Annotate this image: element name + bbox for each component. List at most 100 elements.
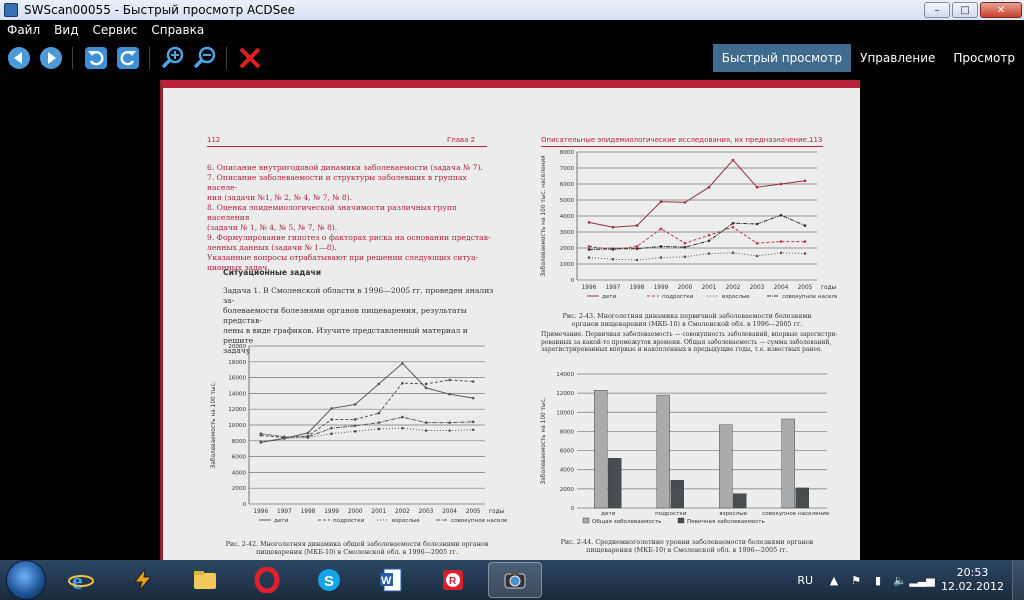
y-tick-label: 8000 [232, 439, 247, 445]
power-icon[interactable]: ▮ [871, 573, 885, 587]
y-tick-label: 4000 [560, 214, 575, 220]
data-point [259, 432, 263, 435]
taskbar-word[interactable]: W [364, 562, 418, 598]
bar [719, 424, 733, 509]
y-tick-label: 2000 [560, 487, 575, 493]
caption-line: Рис. 2-44. Среднемноголетние уровни забо… [560, 538, 814, 546]
taskbar-explorer[interactable] [178, 562, 232, 598]
action-center-icon[interactable]: ⚑ [849, 573, 863, 587]
data-point [731, 221, 735, 225]
taskbar-skype[interactable]: S [302, 562, 356, 598]
zoom-out-button[interactable] [192, 45, 218, 71]
window-title: SWScan00055 - Быстрый просмотр ACDSee [24, 3, 296, 17]
menu-file[interactable]: Файл [0, 23, 47, 37]
list-item: ленных данных (задачи № 1—8). [207, 243, 337, 252]
close-button[interactable]: ✕ [980, 2, 1022, 18]
rotate-right-button[interactable] [115, 45, 141, 71]
data-point [283, 435, 286, 439]
series-line [260, 416, 474, 438]
figure-caption: Рис. 2-44. Среднемноголетние уровни забо… [537, 538, 837, 554]
legend-label: дети [602, 294, 617, 300]
title-bar[interactable]: SWScan00055 - Быстрый просмотр ACDSee – … [0, 0, 1024, 20]
y-tick-label: 4000 [232, 470, 247, 476]
legend-swatch [677, 517, 685, 524]
legend-label: дети [274, 518, 289, 524]
taskbar-acdsee[interactable] [488, 562, 542, 598]
rotate-right-icon [117, 47, 139, 69]
caption-line: пищеварения (МКБ-10) в Смоленской обл. в… [256, 548, 458, 556]
maximize-button[interactable]: □ [952, 2, 978, 18]
next-button[interactable] [38, 45, 64, 71]
data-point [707, 239, 711, 243]
data-point [330, 426, 333, 430]
show-desktop-button[interactable] [1012, 560, 1024, 600]
clock[interactable]: 20:53 12.02.2012 [941, 566, 1004, 594]
taskbar-foxit[interactable]: R [426, 562, 480, 598]
y-tick-label: 12000 [228, 407, 246, 413]
taskbar-opera[interactable] [240, 562, 294, 598]
data-point [683, 241, 687, 245]
previous-button[interactable] [6, 45, 32, 71]
acdsee-window: SWScan00055 - Быстрый просмотр ACDSee – … [0, 0, 1024, 560]
data-point [587, 256, 591, 259]
data-point [779, 182, 783, 186]
category-label: взрослые [719, 511, 747, 517]
taskbar-winamp[interactable] [116, 562, 170, 598]
list-item: 7. Описание заболеваемости и структуры з… [207, 173, 467, 192]
data-point [659, 245, 663, 248]
zoom-in-button[interactable] [160, 45, 186, 71]
data-point [471, 420, 475, 424]
data-point [659, 256, 663, 259]
y-tick-label: 18000 [228, 360, 246, 366]
menu-view[interactable]: Вид [47, 23, 85, 37]
header-rule [207, 146, 487, 147]
mode-view[interactable]: Просмотр [944, 44, 1024, 72]
language-indicator[interactable]: RU [797, 574, 813, 587]
show-hidden-icons-icon[interactable]: ▲ [827, 573, 841, 587]
opera-icon [254, 567, 280, 593]
data-point [659, 227, 663, 231]
delete-icon [239, 47, 261, 69]
volume-icon[interactable]: 🔈 [893, 573, 907, 587]
mode-quick-view[interactable]: Быстрый просмотр [712, 44, 852, 72]
x-tick-label: 2002 [726, 285, 741, 291]
data-point [330, 407, 333, 410]
data-point [779, 213, 783, 217]
data-point [611, 247, 615, 251]
svg-text:R: R [449, 576, 457, 587]
clock-date: 12.02.2012 [941, 580, 1004, 593]
x-tick-label: 2005 [798, 285, 813, 291]
left-page: 112 Глава 2 6. Описание внутригодовой ди… [163, 88, 508, 560]
minimize-button[interactable]: – [924, 2, 950, 18]
y-tick-label: 2000 [232, 486, 247, 492]
menu-help[interactable]: Справка [144, 23, 211, 37]
y-tick-label: 4000 [560, 468, 575, 474]
x-tick-label: 1996 [582, 285, 597, 291]
data-point [659, 200, 663, 203]
text-line: Задача 1. В Смоленской области в 1996—20… [223, 286, 494, 305]
category-label: подростки [655, 511, 687, 517]
caption-line: Рис. 2-42. Многолетняя динамика общей за… [225, 540, 489, 548]
start-button[interactable] [6, 560, 46, 600]
image-viewer[interactable]: 112 Глава 2 6. Описание внутригодовой ди… [0, 76, 1024, 560]
figure-caption: Рис. 2-42. Многолетняя динамика общей за… [207, 540, 507, 556]
data-point [377, 411, 381, 415]
network-signal-icon[interactable]: ▂▃▅ [909, 573, 934, 587]
y-tick-label: 0 [570, 506, 574, 512]
taskbar-ie[interactable]: e [54, 562, 108, 598]
mode-switcher: Быстрый просмотр Управление Просмотр [712, 44, 1024, 72]
x-tick-label: 2003 [750, 285, 765, 291]
menu-tools[interactable]: Сервис [85, 23, 144, 37]
data-point [803, 240, 807, 243]
data-point [707, 252, 711, 255]
delete-button[interactable] [237, 45, 263, 71]
section-title: Ситуационные задачи [223, 268, 322, 277]
note-line: Примечание. Первичная заболеваемость — с… [541, 331, 838, 338]
caption-line: органов пищеварения (МКБ-10) в Смоленско… [571, 320, 803, 328]
file-explorer-icon [194, 571, 216, 589]
x-tick-label: 2002 [395, 509, 410, 515]
rotate-left-button[interactable] [83, 45, 109, 71]
data-point [635, 247, 639, 251]
mode-manage[interactable]: Управление [851, 44, 944, 72]
svg-text:e: e [72, 569, 83, 593]
